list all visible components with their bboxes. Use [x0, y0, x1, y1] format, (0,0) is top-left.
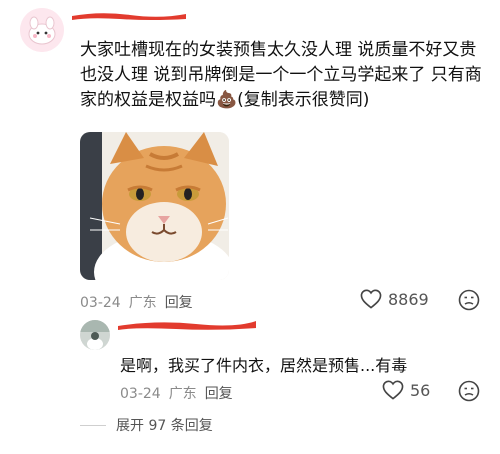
comment-text: 大家吐槽现在的女装预售太久没人理 说质量不好又贵也没人理 说到吊牌倒是一个一个立…: [80, 38, 490, 113]
like-count: 8869: [388, 289, 429, 309]
commenter-avatar[interactable]: [20, 8, 64, 52]
comment-date: 03-24: [80, 295, 121, 311]
heart-icon: [360, 289, 382, 309]
reply-dislike-button[interactable]: [458, 380, 480, 406]
expand-replies-label[interactable]: 展开 97 条回复: [116, 415, 213, 435]
comment-location: 广东: [128, 295, 157, 311]
reply-date: 03-24: [120, 386, 161, 402]
expand-replies[interactable]: 展开 97 条回复: [80, 415, 213, 435]
reply-location: 广东: [168, 386, 197, 402]
comment-suffix: (复制表示很赞同): [237, 90, 370, 110]
comment-meta: 03-24 广东 回复: [80, 292, 201, 312]
reply-button[interactable]: 回复: [165, 295, 193, 311]
dislike-button[interactable]: [458, 289, 480, 315]
reply-like-count: 56: [410, 380, 431, 400]
reply-meta: 03-24 广东 回复: [120, 383, 241, 403]
like-button[interactable]: 8869: [360, 289, 429, 309]
redacted-username: [72, 13, 186, 20]
cat-photo[interactable]: [80, 132, 229, 280]
replier-avatar[interactable]: [80, 320, 110, 350]
reply-like-button[interactable]: 56: [382, 380, 430, 400]
dislike-face-icon: [458, 380, 480, 402]
dislike-face-icon: [458, 289, 480, 311]
poop-emoji-icon: 💩: [216, 90, 238, 110]
divider-line: [80, 424, 106, 426]
heart-icon: [382, 380, 404, 400]
reply-reply-button[interactable]: 回复: [205, 386, 233, 402]
reply-text: 是啊，我买了件内衣，居然是预售...有毒: [120, 356, 408, 375]
redacted-replier-name: [118, 321, 256, 330]
